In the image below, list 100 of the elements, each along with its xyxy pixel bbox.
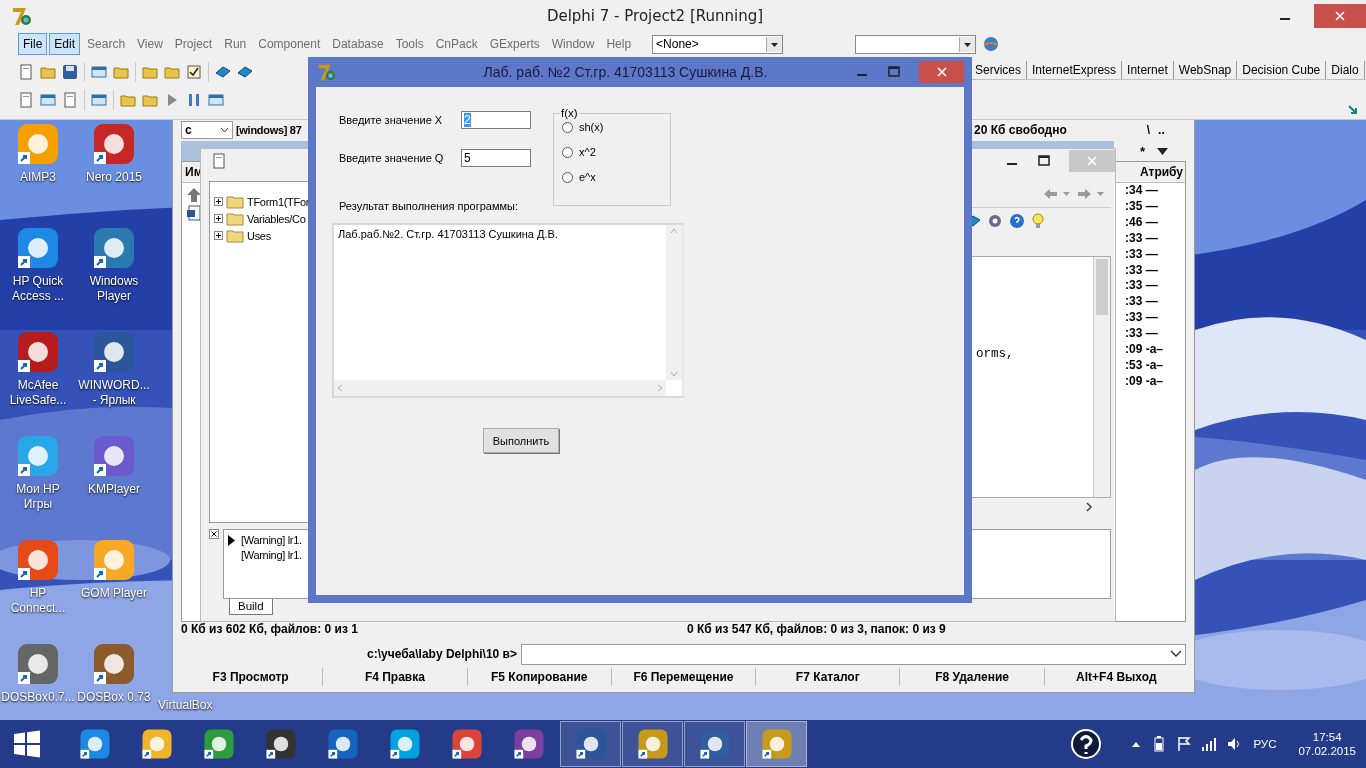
- page-icon[interactable]: [18, 64, 34, 80]
- command-field[interactable]: [521, 643, 1186, 665]
- message-text[interactable]: [Warning] lr1.: [241, 549, 302, 561]
- menu-item[interactable]: View: [132, 33, 168, 55]
- arrow-icon[interactable]: [1348, 105, 1358, 115]
- dropdown-button[interactable]: [959, 36, 976, 52]
- tree-item[interactable]: Uses: [247, 229, 271, 242]
- function-key-button[interactable]: F6 Перемещение: [611, 668, 757, 686]
- message-text[interactable]: [Warning] lr1.: [241, 534, 302, 546]
- app-icon[interactable]: [388, 728, 421, 760]
- app-icon[interactable]: [92, 122, 136, 166]
- app-icon[interactable]: [92, 226, 136, 270]
- column-header[interactable]: Атрибу: [1140, 165, 1182, 179]
- menu-item[interactable]: Project: [169, 33, 218, 55]
- app-icon[interactable]: [78, 728, 111, 760]
- tab[interactable]: Build: [229, 599, 273, 615]
- dropdown-icon[interactable]: [1157, 147, 1169, 155]
- tree-item[interactable]: TForm1(TFor: [247, 195, 310, 208]
- up-button[interactable]: ..: [1158, 123, 1165, 137]
- target-dropdown[interactable]: <None>: [652, 34, 784, 54]
- function-key-button[interactable]: Alt+F4 Выход: [1044, 668, 1188, 686]
- app-icon[interactable]: [202, 728, 235, 760]
- app-icon[interactable]: [574, 728, 607, 760]
- window-icon[interactable]: [40, 92, 56, 108]
- app-icon[interactable]: [636, 728, 669, 760]
- app-icon[interactable]: [92, 642, 136, 686]
- expand-icon[interactable]: [214, 214, 223, 223]
- app-icon[interactable]: [450, 728, 483, 760]
- menu-item[interactable]: Window: [546, 33, 600, 55]
- input-field[interactable]: 5: [461, 149, 531, 167]
- flag-icon[interactable]: [1177, 736, 1192, 752]
- tree-item[interactable]: Variables/Co: [247, 212, 306, 225]
- function-key-button[interactable]: F5 Копирование: [467, 668, 612, 686]
- run-button[interactable]: Выполнить: [483, 428, 559, 453]
- app-icon[interactable]: [264, 728, 297, 760]
- menu-item[interactable]: Database: [327, 33, 389, 55]
- window-icon[interactable]: [208, 92, 224, 108]
- taskbar-button[interactable]: [622, 721, 683, 767]
- page-icon[interactable]: [62, 92, 78, 108]
- radio-button[interactable]: [562, 146, 573, 158]
- function-key-button[interactable]: F3 Просмотр: [179, 668, 324, 686]
- app-icon[interactable]: [92, 330, 136, 374]
- palette-tab[interactable]: Dialo: [1326, 61, 1365, 79]
- signal-icon[interactable]: [1201, 737, 1218, 751]
- menu-item[interactable]: Run: [219, 33, 252, 55]
- desktop-icon-label[interactable]: HP Quick Access ...: [1, 274, 75, 304]
- page-icon[interactable]: [18, 92, 34, 108]
- palette-tab[interactable]: InternetExpress: [1027, 61, 1123, 79]
- menu-item[interactable]: Component: [253, 33, 326, 55]
- radio-label[interactable]: x^2: [579, 146, 596, 158]
- output-area[interactable]: Лаб.раб.№2. Ст.гр. 41703113 Сушкина Д.В.: [332, 223, 684, 398]
- palette-tab[interactable]: Decision Cube: [1237, 61, 1327, 79]
- window-icon[interactable]: [91, 92, 107, 108]
- desktop-icon-label[interactable]: Windows Player: [77, 274, 151, 304]
- root-button[interactable]: \: [1146, 123, 1151, 137]
- menu-item[interactable]: GExperts: [484, 33, 545, 55]
- desktop-icon-label[interactable]: Мои HP Игры: [1, 482, 75, 512]
- menu-item[interactable]: Search: [82, 33, 131, 55]
- up-arrow-icon[interactable]: [186, 187, 202, 203]
- dropdown-field[interactable]: [855, 34, 977, 54]
- radio-label[interactable]: e^x: [579, 171, 596, 183]
- radio-button[interactable]: [562, 171, 573, 183]
- taskbar-button[interactable]: [560, 721, 621, 767]
- pause-icon[interactable]: [186, 92, 202, 108]
- maximize-button[interactable]: [1037, 154, 1051, 168]
- desktop-icon-label[interactable]: McAfee LiveSafe...: [1, 378, 75, 408]
- book-icon[interactable]: [215, 64, 231, 80]
- function-key-button[interactable]: F7 Каталог: [756, 668, 901, 686]
- app-icon[interactable]: [140, 728, 173, 760]
- menu-item[interactable]: CnPack: [430, 33, 483, 55]
- palette-tab[interactable]: Internet: [1122, 61, 1174, 79]
- desktop-icon-label[interactable]: KMPlayer: [77, 482, 151, 497]
- filter-button[interactable]: *: [1139, 143, 1146, 159]
- expand-icon[interactable]: [214, 231, 223, 240]
- book-icon[interactable]: [237, 64, 253, 80]
- palette-tab[interactable]: WebSnap: [1173, 61, 1238, 79]
- window-icon[interactable]: [91, 64, 107, 80]
- function-key-button[interactable]: F4 Правка: [323, 668, 468, 686]
- scrollbar[interactable]: [1094, 257, 1110, 497]
- windows-icon[interactable]: [12, 729, 42, 759]
- up-arrow-icon[interactable]: [1131, 740, 1142, 748]
- app-icon[interactable]: [512, 728, 545, 760]
- close-icon[interactable]: [209, 529, 219, 539]
- app-icon[interactable]: [92, 538, 136, 582]
- check-icon[interactable]: [186, 64, 202, 80]
- app-icon[interactable]: [16, 538, 60, 582]
- close-button[interactable]: [919, 61, 964, 83]
- gear-icon[interactable]: [987, 213, 1003, 229]
- app-icon[interactable]: [16, 330, 60, 374]
- drive-dropdown[interactable]: c: [181, 121, 233, 139]
- dropdown-button[interactable]: [766, 36, 783, 52]
- expand-icon[interactable]: [214, 197, 223, 206]
- app-icon[interactable]: [16, 226, 60, 270]
- menu-item[interactable]: Tools: [390, 33, 429, 55]
- radio-button[interactable]: [562, 121, 573, 133]
- language-indicator[interactable]: РУС: [1253, 738, 1277, 750]
- help-icon[interactable]: [1071, 729, 1102, 759]
- app-icon[interactable]: [698, 728, 731, 760]
- page-icon[interactable]: [211, 153, 227, 169]
- globe-icon[interactable]: [982, 35, 1001, 53]
